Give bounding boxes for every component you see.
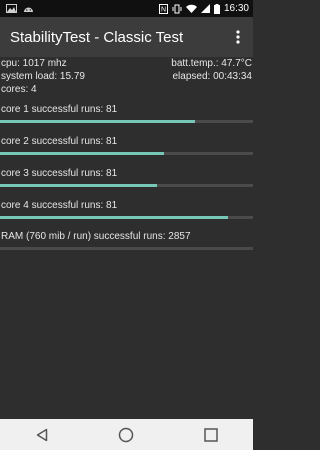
overflow-menu-button[interactable] (231, 25, 245, 49)
app-bar: StabilityTest - Classic Test (0, 17, 253, 57)
core-2-progress-bar (0, 152, 253, 155)
wifi-icon (185, 4, 197, 13)
info-row-3: cores: 4 (0, 83, 253, 96)
cpu-frequency: cpu: 1017 mhz (1, 58, 67, 69)
overflow-menu-icon (236, 30, 240, 44)
back-button[interactable] (22, 419, 62, 450)
ram-label: RAM (760 mib / run) successful runs: 285… (1, 231, 191, 242)
core-4-section: core 4 successful runs: 81 (0, 199, 253, 219)
info-row-1: cpu: 1017 mhz batt.temp.: 47.7°C (0, 57, 253, 70)
info-row-2: system load: 15.79 elapsed: 00:43:34 (0, 70, 253, 83)
signal-icon (200, 4, 210, 13)
recents-button[interactable] (191, 419, 231, 450)
core-4-progress-fill (0, 216, 228, 219)
core-4-label: core 4 successful runs: 81 (1, 200, 118, 211)
recents-icon (204, 427, 218, 442)
system-load: system load: 15.79 (1, 71, 85, 82)
core-1-section: core 1 successful runs: 81 (0, 103, 253, 123)
core-3-progress-fill (0, 184, 157, 187)
core-2-progress-fill (0, 152, 165, 155)
home-icon (118, 427, 134, 443)
battery-icon (213, 3, 220, 14)
core-2-label: core 2 successful runs: 81 (1, 136, 118, 147)
cores-count: cores: 4 (1, 84, 37, 95)
test-content: cpu: 1017 mhz batt.temp.: 47.7°C system … (0, 57, 253, 250)
status-left (6, 4, 34, 13)
core-1-label: core 1 successful runs: 81 (1, 104, 118, 115)
core-4-progress-bar (0, 216, 253, 219)
status-time: 16:30 (223, 3, 249, 14)
core-1-progress-bar (0, 120, 253, 123)
nfc-icon: N (158, 3, 168, 14)
battery-temperature: batt.temp.: 47.7°C (171, 58, 252, 69)
core-3-section: core 3 successful runs: 81 (0, 167, 253, 187)
core-1-progress-fill (0, 120, 195, 123)
core-3-label: core 3 successful runs: 81 (1, 168, 118, 179)
navigation-bar (0, 419, 253, 450)
vibrate-icon (172, 4, 182, 14)
ram-progress-bar (0, 247, 253, 250)
elapsed-time: elapsed: 00:43:34 (172, 71, 252, 82)
back-icon (35, 428, 49, 442)
svg-text:N: N (161, 6, 166, 13)
ram-section: RAM (760 mib / run) successful runs: 285… (0, 230, 253, 250)
core-2-section: core 2 successful runs: 81 (0, 135, 253, 155)
core-3-progress-bar (0, 184, 253, 187)
status-bar: N 16:30 (0, 0, 253, 17)
app-title: StabilityTest - Classic Test (10, 28, 184, 46)
home-button[interactable] (106, 419, 146, 450)
status-right: N 16:30 (158, 3, 249, 14)
gallery-notification-icon (6, 4, 17, 13)
android-notification-icon (23, 4, 34, 13)
